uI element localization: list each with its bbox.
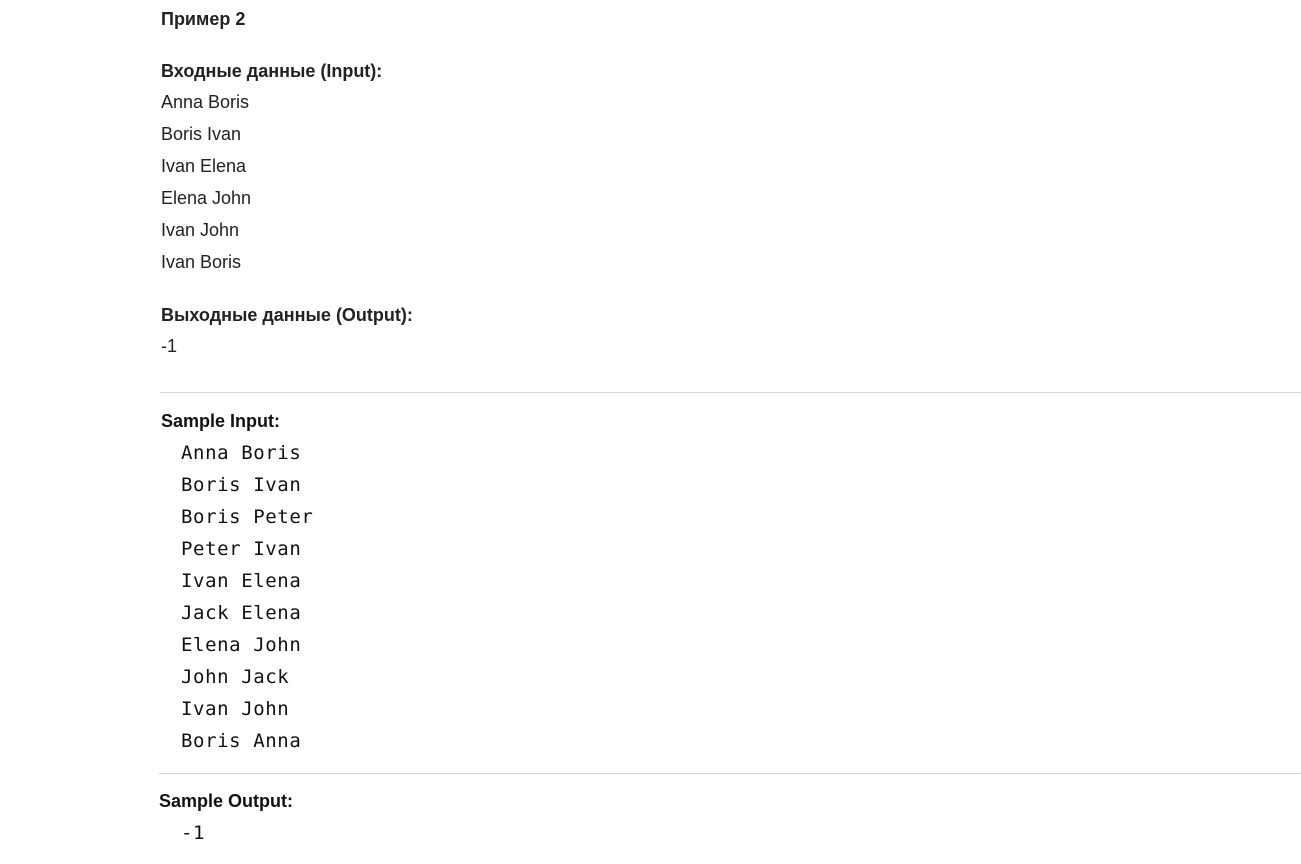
example-input-line: Elena John (161, 188, 252, 208)
example-title: Пример 2 (161, 9, 246, 29)
sample-input-line: Boris Peter (181, 506, 314, 528)
example-input-line: Ivan Boris (161, 252, 242, 272)
sample-input-line: Boris Ivan (181, 474, 302, 496)
problem-examples-page: Пример 2 Входные данные (Input): Anna Bo… (0, 0, 1301, 864)
example-output-block: -1 (161, 330, 177, 362)
sample-input-line: Peter Ivan (181, 538, 302, 560)
example-input-line: Ivan Elena (161, 156, 247, 176)
section-divider (159, 773, 1301, 774)
example-input-line: Anna Boris (161, 92, 250, 112)
section-divider (160, 392, 1301, 393)
example-input-line: Ivan John (161, 220, 240, 240)
example-output-heading: Выходные данные (Output): (161, 305, 413, 325)
sample-input-line: Boris Anna (181, 730, 302, 752)
example-input-block: Anna Boris Boris Ivan Ivan Elena Elena J… (161, 86, 251, 278)
sample-input-line: Ivan Elena (181, 570, 302, 592)
sample-input-line: Ivan John (181, 698, 290, 720)
sample-input-line: Jack Elena (181, 602, 302, 624)
sample-input-line: Elena John (181, 634, 302, 656)
sample-output-line: -1 (181, 822, 206, 844)
sample-output-block: -1 (181, 817, 205, 849)
sample-input-line: Anna Boris (181, 442, 302, 464)
sample-input-line: John Jack (181, 666, 290, 688)
sample-input-block: Anna Boris Boris Ivan Boris Peter Peter … (181, 437, 313, 757)
example-output-line: -1 (161, 336, 178, 356)
example-input-heading: Входные данные (Input): (161, 61, 383, 81)
example-input-line: Boris Ivan (161, 124, 242, 144)
sample-output-heading: Sample Output: (159, 791, 293, 811)
sample-input-heading: Sample Input: (161, 411, 281, 431)
